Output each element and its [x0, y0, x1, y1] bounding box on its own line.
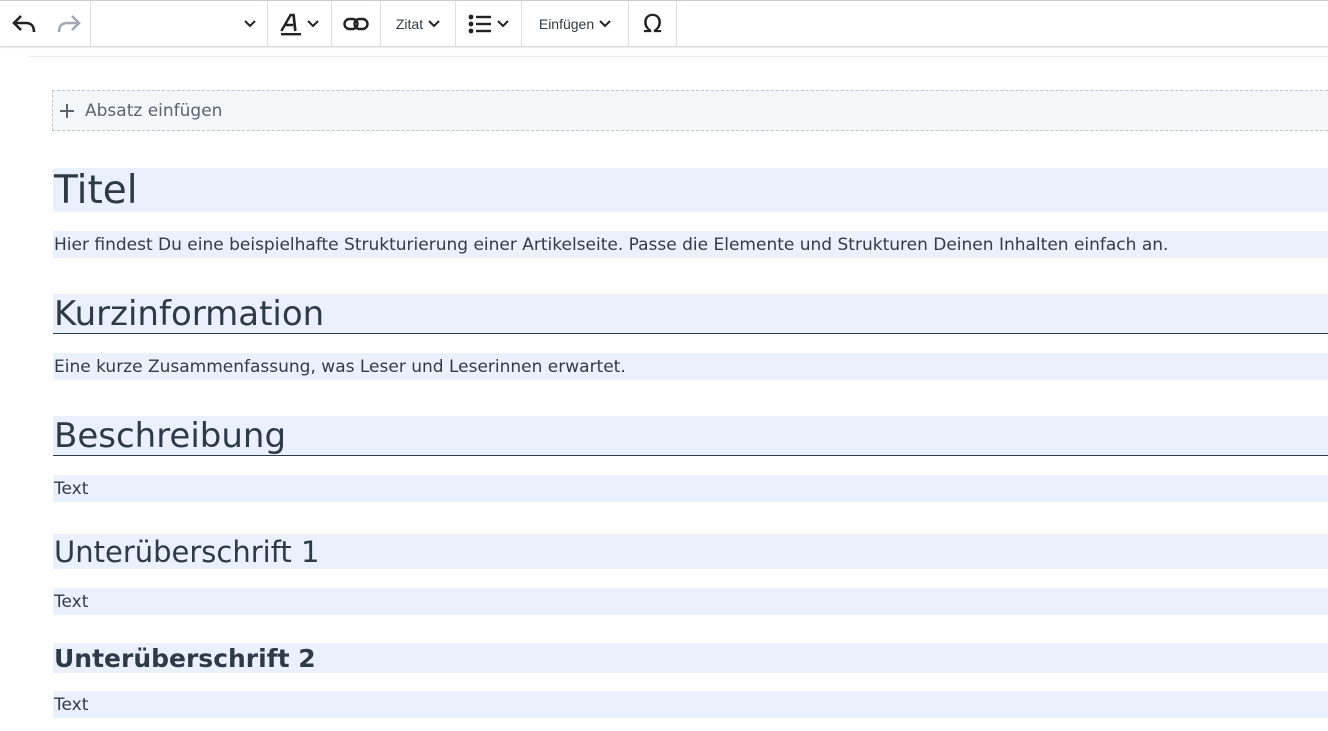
special-characters-button[interactable]: Ω [629, 1, 676, 46]
heading-kurzinformation[interactable]: Kurzinformation [53, 294, 1328, 334]
redo-button[interactable] [48, 1, 90, 46]
editor-surface: Absatz einfügen Titel Hier findest Du ei… [0, 0, 1328, 731]
chevron-down-icon [307, 20, 319, 28]
quote-label: Zitat [395, 15, 424, 32]
paragraph-subheading-1-text[interactable]: Text [53, 588, 1328, 615]
plus-icon [60, 103, 74, 118]
chevron-down-icon [599, 20, 611, 28]
link-icon [343, 17, 369, 30]
add-paragraph-button[interactable]: Absatz einfügen [52, 90, 1328, 131]
paragraph-style-dropdown[interactable] [91, 1, 268, 46]
link-button[interactable] [332, 1, 380, 46]
heading-title[interactable]: Titel [53, 168, 1328, 212]
text-style-icon [280, 13, 301, 35]
redo-icon [57, 14, 81, 32]
quote-group: Zitat [381, 1, 456, 46]
bulleted-list-icon [468, 14, 491, 33]
insert-group: Einfügen [522, 1, 629, 46]
undo-button[interactable] [0, 1, 48, 46]
paragraph-intro[interactable]: Hier findest Du eine beispielhafte Struk… [53, 231, 1328, 258]
insert-dropdown[interactable]: Einfügen [522, 1, 628, 46]
text-style-group [268, 1, 332, 46]
omega-icon: Ω [642, 9, 663, 38]
list-group [456, 1, 522, 46]
chevron-down-icon [428, 20, 440, 28]
undo-icon [12, 14, 36, 32]
heading-subheading-2[interactable]: Unterüberschrift 2 [53, 643, 1328, 673]
special-chars-group: Ω [629, 1, 677, 46]
editor-toolbar: Zitat Einfügen Ω [0, 0, 1328, 46]
chevron-down-icon [244, 19, 256, 27]
heading-beschreibung[interactable]: Beschreibung [53, 416, 1328, 456]
link-group [332, 1, 381, 46]
heading-subheading-1[interactable]: Unterüberschrift 1 [53, 534, 1328, 569]
paragraph-description[interactable]: Text [53, 475, 1328, 502]
quote-dropdown[interactable]: Zitat [381, 1, 455, 46]
paragraph-summary[interactable]: Eine kurze Zusammenfassung, was Leser un… [53, 353, 1328, 380]
paragraph-subheading-2-text[interactable]: Text [53, 691, 1328, 718]
history-group [0, 1, 91, 46]
chevron-down-icon [497, 20, 509, 28]
text-style-button[interactable] [268, 1, 331, 46]
list-dropdown[interactable] [456, 1, 521, 46]
insert-label: Einfügen [538, 15, 595, 32]
add-paragraph-label: Absatz einfügen [85, 100, 223, 121]
